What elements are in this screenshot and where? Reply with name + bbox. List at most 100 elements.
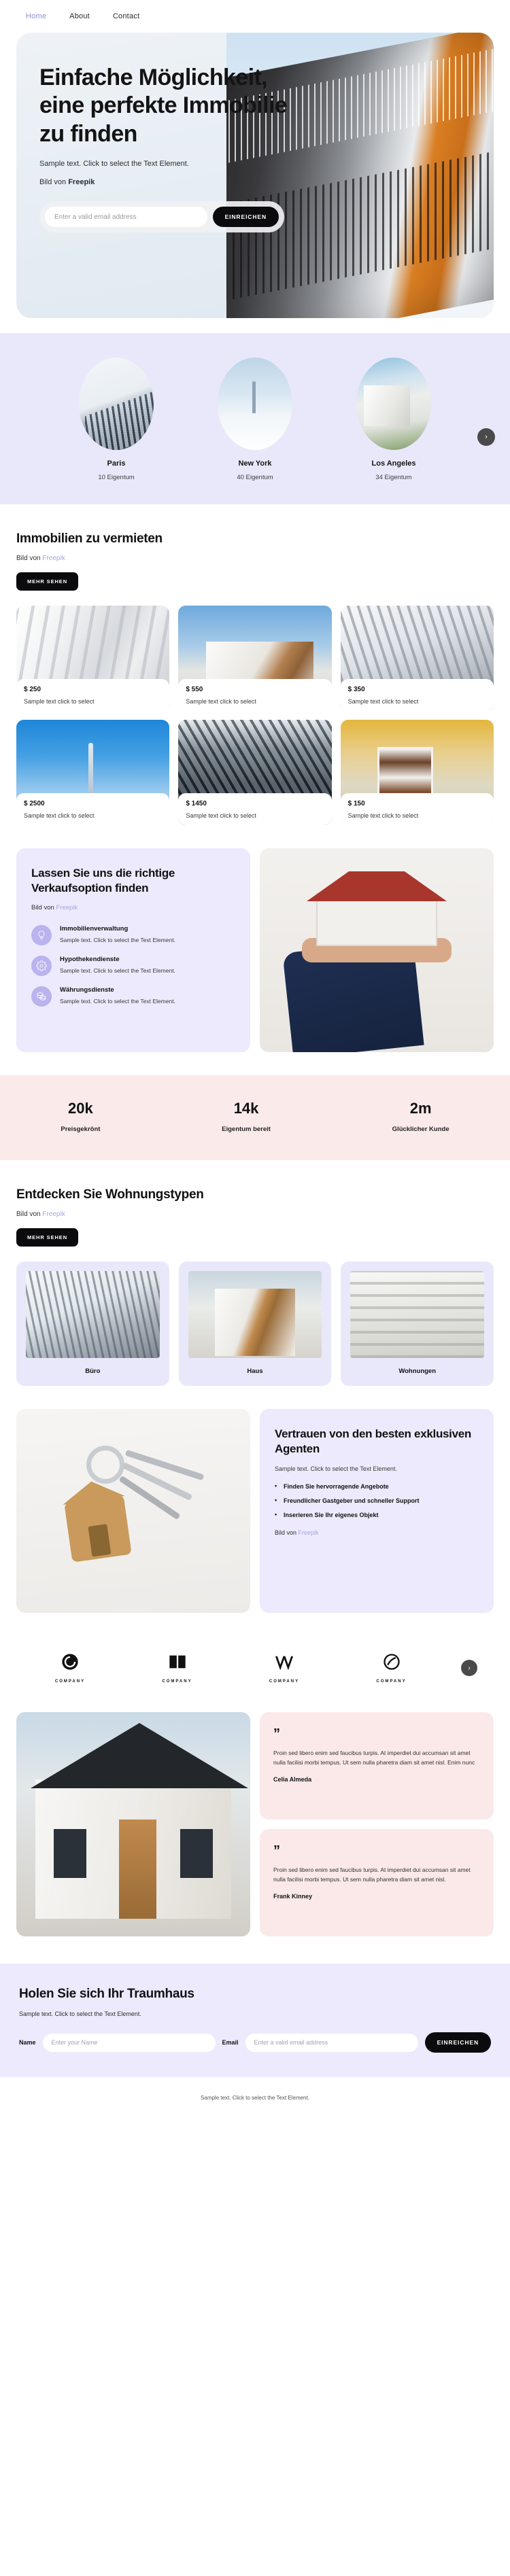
service-name: Währungsdienste (60, 986, 114, 994)
agents-subtitle: Sample text. Click to select the Text El… (275, 1465, 397, 1473)
name-input[interactable] (42, 2033, 216, 2052)
credit-link[interactable]: Freepik (299, 1529, 319, 1536)
quote-icon: ” (273, 1726, 280, 1741)
stat-value: 20k (68, 1100, 93, 1117)
credit-link[interactable]: Freepik (42, 1211, 65, 1218)
service-item-mortgage[interactable]: Hypothekendienste Sample text. Click to … (31, 956, 235, 977)
properties-for-rent-section: Immobilien zu vermieten Bild von Freepik… (0, 504, 510, 1052)
property-description: Sample text click to select (24, 812, 95, 819)
housing-type-house[interactable]: Haus (178, 1261, 332, 1386)
stat-label: Eigentum bereit (222, 1126, 271, 1133)
agents-section: Vertrauen von den besten exklusiven Agen… (16, 1409, 494, 1613)
property-price: $ 1450 (186, 800, 207, 807)
brand-name: COMPANY (162, 1679, 192, 1684)
housing-type-label: Wohnungen (398, 1368, 437, 1375)
testimonial-house-image (16, 1712, 250, 1936)
housing-type-apartments[interactable]: Wohnungen (341, 1261, 494, 1386)
brands-next-icon[interactable]: › (461, 1660, 477, 1676)
types-image-credit: Bild von Freepik (16, 1211, 494, 1218)
brand-logo-1[interactable]: COMPANY (33, 1652, 107, 1684)
stat-label: Glücklicher Kunde (392, 1126, 449, 1133)
services-heading: Lassen Sie uns die richtige Verkaufsopti… (31, 867, 175, 895)
property-card[interactable]: $ 2500 Sample text click to select (16, 720, 170, 825)
see-more-rent-button[interactable]: MEHR SEHEN (16, 572, 79, 591)
spiral-logo-icon (62, 1654, 78, 1670)
nav-item-home[interactable]: Home (26, 12, 46, 20)
hero-subtitle: Sample text. Click to select the Text El… (39, 160, 189, 169)
main-navigation: Home About Contact (0, 0, 510, 33)
city-card-new-york[interactable]: New York 40 Eigentum (211, 358, 299, 481)
city-card-paris[interactable]: Paris 10 Eigentum (73, 358, 160, 481)
hero-image-credit: Bild von Freepik (39, 178, 313, 186)
housing-type-image (350, 1271, 484, 1358)
cta-subtitle: Sample text. Click to select the Text El… (19, 2011, 141, 2017)
hero-section: Einfache Möglichkeit, eine perfekte Immo… (0, 33, 510, 333)
coins-icon (31, 986, 52, 1007)
carousel-next-icon[interactable]: › (477, 428, 495, 446)
services-hand-house-image (260, 848, 494, 1052)
city-property-count: 10 Eigentum (98, 474, 135, 481)
brand-name: COMPANY (269, 1679, 300, 1684)
property-price: $ 150 (347, 800, 365, 807)
brand-logo-4[interactable]: COMPANY (354, 1652, 429, 1684)
name-field-label: Name (19, 2039, 36, 2046)
gear-icon (31, 956, 52, 977)
city-image-new-york (218, 358, 292, 450)
property-description: Sample text click to select (24, 698, 95, 705)
testimonial-author: Celia Almeda (273, 1776, 312, 1783)
credit-link[interactable]: Freepik (56, 904, 78, 911)
testimonial-card: ” Proin sed libero enim sed faucibus tur… (260, 1712, 494, 1820)
housing-types-grid: Büro Haus Wohnungen (16, 1261, 494, 1386)
email-field-label: Email (222, 2039, 239, 2046)
property-card[interactable]: $ 550 Sample text click to select (178, 606, 332, 711)
cta-heading: Holen Sie sich Ihr Traumhaus (19, 1987, 194, 2001)
cities-carousel-section: Paris 10 Eigentum New York 40 Eigentum L… (0, 333, 510, 504)
hero-credit-source: Freepik (68, 178, 95, 187)
brand-logos-carousel: COMPANY COMPANY COMPANY COMPANY › (16, 1640, 494, 1689)
property-card[interactable]: $ 350 Sample text click to select (340, 606, 494, 711)
hero-submit-button[interactable]: EINREICHEN (212, 207, 279, 228)
property-price: $ 550 (186, 686, 203, 693)
housing-type-label: Büro (85, 1368, 101, 1375)
property-description: Sample text click to select (347, 812, 419, 819)
service-text: Sample text. Click to select the Text El… (60, 998, 175, 1005)
credit-link[interactable]: Freepik (42, 555, 65, 562)
brand-logo-3[interactable]: COMPANY (247, 1652, 322, 1684)
cta-section: Holen Sie sich Ihr Traumhaus Sample text… (0, 1964, 510, 2077)
email-input[interactable] (245, 2033, 418, 2052)
lightbulb-icon (31, 925, 52, 946)
brand-logo-2[interactable]: COMPANY (140, 1652, 215, 1684)
property-price: $ 250 (24, 686, 41, 693)
service-text: Sample text. Click to select the Text El… (60, 937, 175, 944)
city-name: Paris (107, 459, 126, 468)
property-card[interactable]: $ 150 Sample text click to select (340, 720, 494, 825)
nav-item-about[interactable]: About (69, 12, 90, 20)
stat-value: 14k (233, 1100, 259, 1117)
cta-submit-button[interactable]: EINREICHEN (424, 2032, 491, 2053)
services-section: Lassen Sie uns die richtige Verkaufsopti… (16, 848, 494, 1052)
nav-item-contact[interactable]: Contact (113, 12, 139, 20)
service-item-property-management[interactable]: Immobilienverwaltung Sample text. Click … (31, 925, 235, 946)
hero-credit-prefix: Bild von (39, 178, 69, 187)
property-card[interactable]: $ 1450 Sample text click to select (178, 720, 332, 825)
service-item-currency[interactable]: Währungsdienste Sample text. Click to se… (31, 986, 235, 1007)
testimonial-author: Frank Kinney (273, 1893, 313, 1900)
hero-email-input[interactable] (45, 207, 207, 228)
see-more-types-button[interactable]: MEHR SEHEN (16, 1228, 79, 1247)
property-price: $ 350 (347, 686, 365, 693)
page-title: Immobilien zu vermieten (16, 532, 163, 546)
property-description: Sample text click to select (347, 698, 419, 705)
property-description: Sample text click to select (186, 812, 256, 819)
credit-prefix: Bild von (16, 555, 43, 562)
housing-type-office[interactable]: Büro (16, 1261, 169, 1386)
property-card[interactable]: $ 250 Sample text click to select (16, 606, 170, 711)
testimonials-section: ” Proin sed libero enim sed faucibus tur… (16, 1712, 494, 1936)
agents-benefit-list: Finden Sie hervorragende Angebote Freund… (275, 1482, 479, 1518)
chevrons-logo-icon (275, 1656, 293, 1671)
hero-banner: Einfache Möglichkeit, eine perfekte Immo… (16, 33, 494, 318)
city-card-los-angeles[interactable]: Los Angeles 34 Eigentum (350, 358, 437, 481)
city-property-count: 40 Eigentum (237, 474, 273, 481)
page-footer: Sample text. Click to select the Text El… (0, 2077, 510, 2120)
keys-image (16, 1409, 250, 1613)
hero-subscribe-form: EINREICHEN (39, 201, 284, 233)
